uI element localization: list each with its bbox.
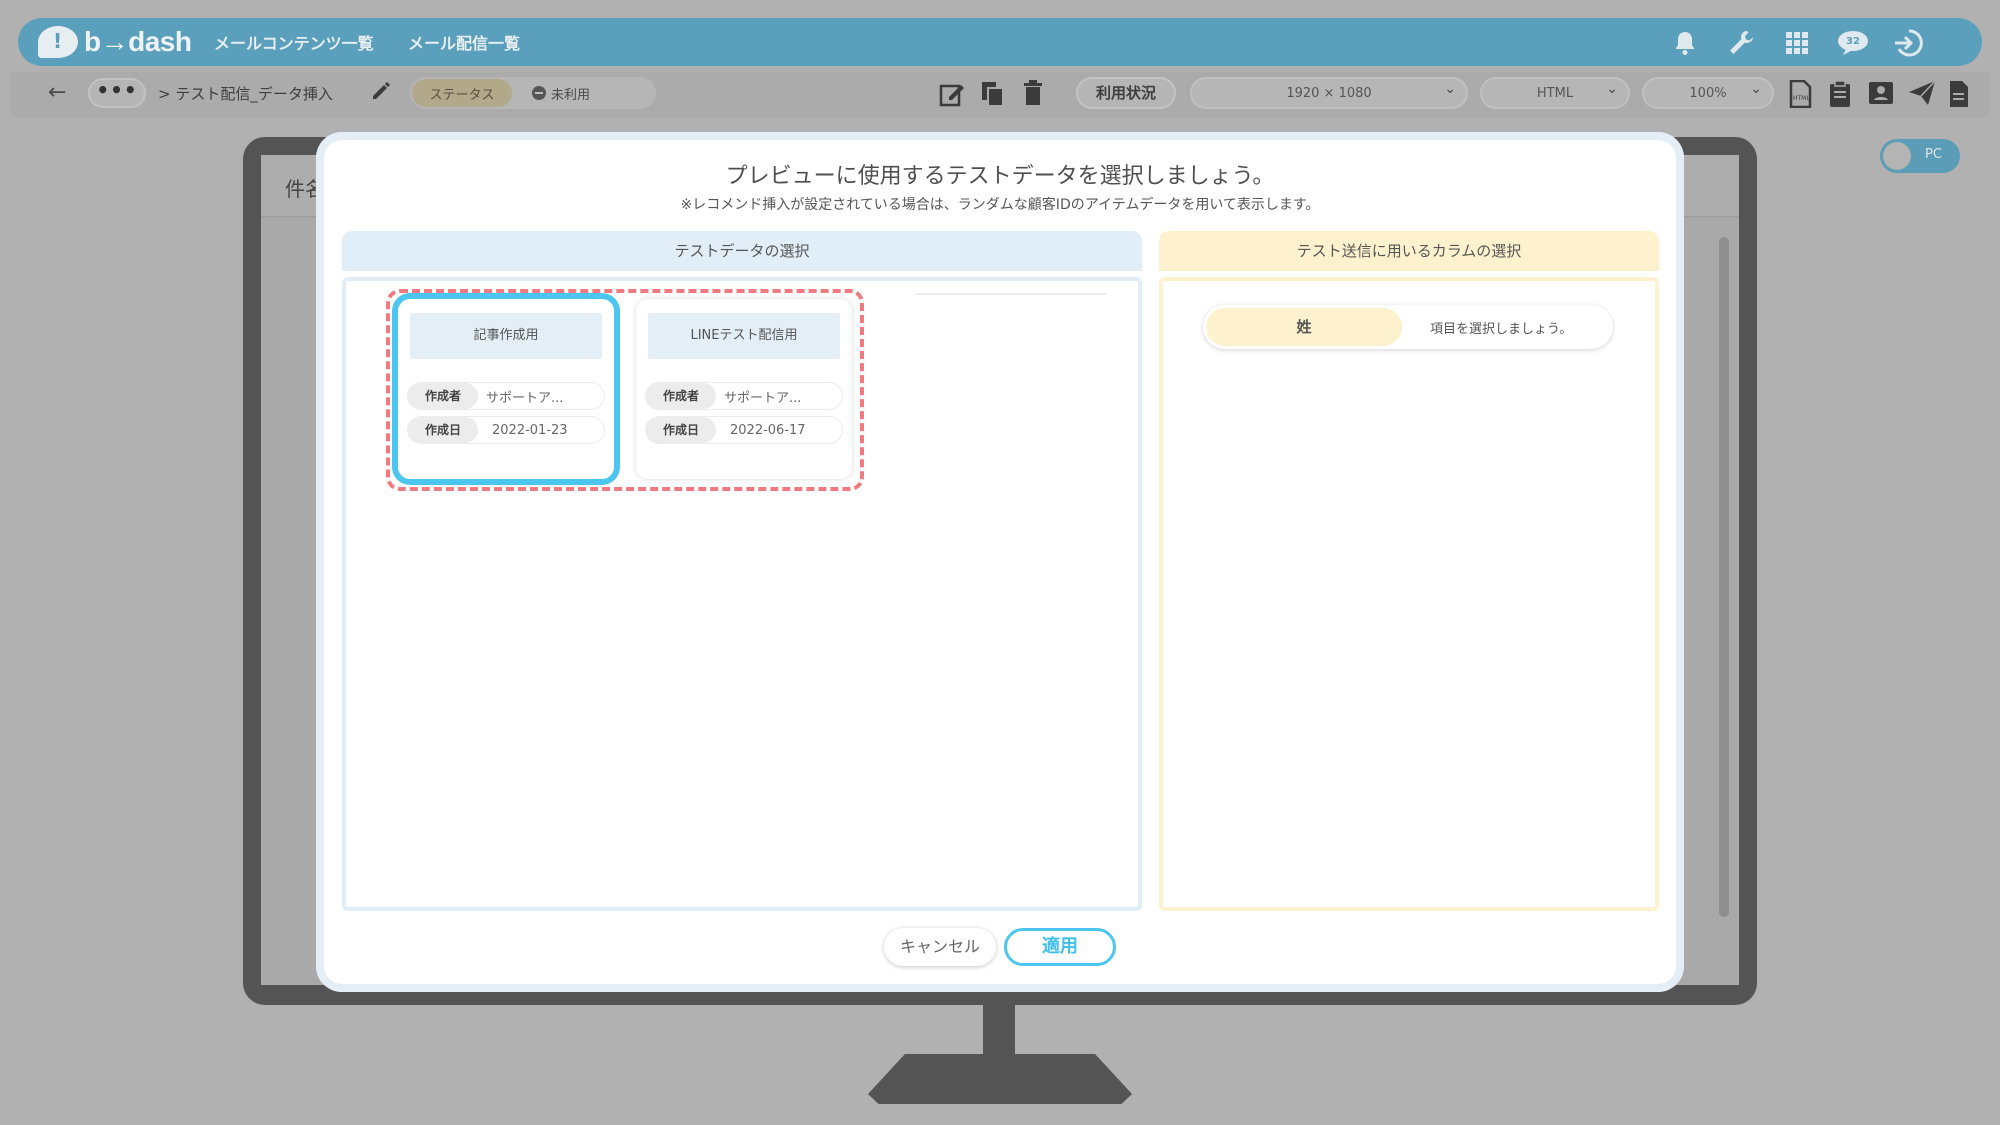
edit-icon[interactable] [938,80,966,112]
card-author: 作成者 サポートア... [408,383,604,409]
apply-button[interactable]: 適用 [1004,928,1116,966]
chevron-down-icon: ⌄ [1750,81,1762,97]
usage-status-button[interactable]: 利用状況 [1076,77,1176,109]
card-title: LINEテスト配信用 [648,313,840,359]
chevron-down-icon: ⌄ [1606,81,1618,97]
monitor-stand [868,1054,1132,1104]
card-author: 作成者 サポートア... [646,383,842,409]
test-data-panel: 記事作成用 作成者 サポートア... 作成日 2022-01-23 LINEテス… [342,277,1142,911]
trash-icon[interactable] [1022,80,1044,110]
logo[interactable]: b→dash [38,24,192,60]
column-select-row[interactable]: 姓 項目を選択しましょう。 [1203,305,1613,349]
clipboard-icon[interactable] [1828,80,1852,112]
html-file-icon[interactable]: HTML [1788,79,1812,112]
bell-icon[interactable] [1668,28,1702,58]
status-badge: ステータス 未利用 [410,77,656,109]
panel-scrollbar[interactable] [916,293,1106,295]
modal-subtitle: ※レコメンド挿入が設定されている場合は、ランダムな顧客IDのアイテムデータを用い… [680,197,1320,213]
logout-icon[interactable] [1892,28,1926,58]
column-select-dropdown[interactable]: 項目を選択しましょう。 [1430,318,1572,337]
back-arrow-icon[interactable]: ← [48,80,66,105]
monitor-neck [983,1005,1015,1057]
test-data-modal: プレビューに使用するテストデータを選択しましょう。 ※レコメンド挿入が設定されて… [316,132,1684,992]
notification-count: 32 [1846,36,1860,47]
card-title: 記事作成用 [410,313,602,359]
minus-circle-icon [532,86,546,100]
card-date: 作成日 2022-06-17 [646,417,842,443]
column-select-panel: 姓 項目を選択しましょう。 [1159,277,1659,911]
test-data-card[interactable]: LINEテスト配信用 作成者 サポートア... 作成日 2022-06-17 [636,299,852,479]
breadcrumb: > テスト配信_データ挿入 [158,85,333,103]
status-label: ステータス [412,79,512,107]
card-date: 作成日 2022-01-23 [408,417,604,443]
device-toggle[interactable]: PC [1880,139,1960,173]
nav-mail-delivery[interactable]: メール配信一覧 [408,30,520,54]
grid-icon[interactable] [1780,28,1814,58]
nav-mail-contents[interactable]: メールコンテンツ一覧 [214,30,374,54]
copy-icon[interactable] [980,80,1006,112]
notification-chat-icon[interactable]: 32 [1836,28,1870,58]
editor-toolbar: ← ••• > テスト配信_データ挿入 ステータス 未利用 利用状況 1920 … [10,72,1990,118]
test-data-card[interactable]: 記事作成用 作成者 サポートア... 作成日 2022-01-23 [398,299,614,479]
column-select-header: テスト送信に用いるカラムの選択 [1159,231,1659,271]
logo-icon [38,26,78,58]
more-button[interactable]: ••• [88,78,146,108]
test-data-header: テストデータの選択 [342,231,1142,271]
resolution-select[interactable]: 1920 × 1080 ⌄ [1190,77,1468,109]
edit-name-icon[interactable] [370,80,392,106]
chevron-down-icon: ⌄ [1444,81,1456,97]
header-icons: 32 [1668,28,1926,58]
format-select[interactable]: HTML ⌄ [1480,77,1630,109]
document-icon[interactable] [1948,80,1970,112]
cancel-button[interactable]: キャンセル [884,928,996,966]
app-header: b→dash メールコンテンツ一覧 メール配信一覧 32 [18,18,1982,66]
send-icon[interactable] [1908,80,1936,110]
preview-scrollbar[interactable] [1719,237,1729,917]
zoom-select[interactable]: 100% ⌄ [1642,77,1774,109]
status-value: 未利用 [551,87,591,103]
contact-icon[interactable] [1868,80,1894,110]
svg-text:HTML: HTML [1793,95,1810,102]
modal-title: プレビューに使用するテストデータを選択しましょう。 [725,164,1275,189]
wrench-icon[interactable] [1724,28,1758,58]
column-key: 姓 [1206,308,1402,346]
